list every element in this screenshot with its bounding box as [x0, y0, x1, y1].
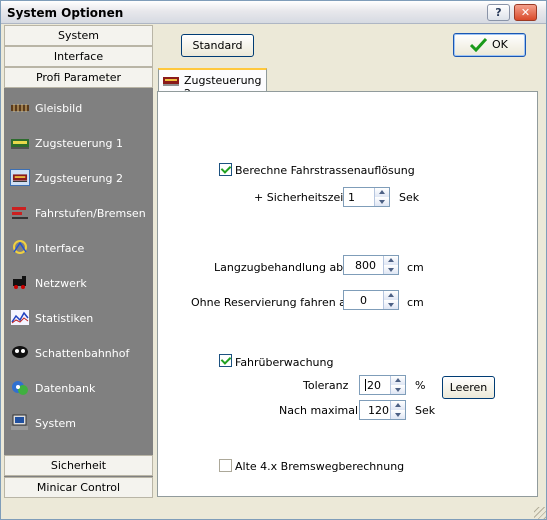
- standard-button[interactable]: Standard: [181, 34, 254, 57]
- fahrstrassen-label: Berechne Fahrstrassenauflösung: [235, 164, 415, 177]
- nach-maximal-label: Nach maximal: [279, 404, 359, 417]
- sidebar-item-label: Netzwerk: [35, 277, 87, 290]
- locomotive-icon: [13, 276, 26, 289]
- ohne-reservierung-label: Ohne Reservierung fahren ab: [191, 296, 353, 309]
- track-icon: [11, 104, 29, 112]
- sidebar-item-fahrstufen[interactable]: Fahrstufen/Bremsen: [4, 198, 153, 228]
- sicherheitszeit-unit: Sek: [399, 191, 420, 204]
- sidebar-item-label: Statistiken: [35, 312, 94, 325]
- langzug-unit: cm: [407, 261, 424, 274]
- ok-button[interactable]: OK: [453, 33, 526, 57]
- sidebar-item-netzwerk[interactable]: Netzwerk: [4, 268, 153, 298]
- alte-bremsweg-label: Alte 4.x Bremswegberechnung: [235, 460, 405, 473]
- sidebar-item-label: Interface: [35, 242, 85, 255]
- sidebar-item-gleisbild[interactable]: Gleisbild: [4, 93, 153, 123]
- spin-down-button[interactable]: [374, 197, 389, 206]
- sidebar-item-label: Schattenbahnhof: [35, 347, 130, 360]
- help-button[interactable]: ?: [487, 4, 510, 21]
- sidebar-item-label: Zugsteuerung 2: [35, 172, 123, 185]
- sidebar-item-panel: Gleisbild Zugsteuerung 1 Zugsteuerung 2 …: [4, 88, 153, 478]
- sidebar-header-minicar-control[interactable]: Minicar Control: [4, 477, 153, 498]
- sidebar-header-interface[interactable]: Interface: [4, 46, 153, 67]
- spin-up-button[interactable]: [390, 401, 405, 410]
- toleranz-unit: %: [415, 379, 426, 392]
- sidebar-item-label: Zugsteuerung 1: [35, 137, 123, 150]
- toleranz-spinner[interactable]: 20: [359, 375, 406, 395]
- close-button[interactable]: ✕: [514, 4, 537, 21]
- sidebar-item-schattenbahnhof[interactable]: Schattenbahnhof: [4, 338, 153, 368]
- sidebar-header-system[interactable]: System: [4, 25, 153, 46]
- spin-down-button[interactable]: [390, 385, 405, 394]
- sidebar-item-system[interactable]: System: [4, 408, 153, 438]
- spin-up-button[interactable]: [374, 188, 389, 197]
- sidebar-item-label: Fahrstufen/Bremsen: [35, 207, 146, 220]
- sicherheitszeit-spinner[interactable]: 1: [343, 187, 390, 207]
- train-control-icon: [163, 77, 179, 86]
- tab-zugsteuerung-2[interactable]: Zugsteuerung 2: [158, 68, 267, 100]
- ohne-reservierung-value: 0: [360, 294, 367, 307]
- ohne-reservierung-spinner[interactable]: 0: [343, 290, 399, 310]
- sidebar-item-label: Datenbank: [35, 382, 96, 395]
- sidebar-item-interface[interactable]: Interface: [4, 233, 153, 263]
- spin-down-button[interactable]: [383, 300, 398, 309]
- checkmark-icon: [470, 38, 487, 52]
- sidebar: System Interface Profi Parameter Gleisbi…: [4, 25, 153, 498]
- interface-icon: [13, 240, 27, 254]
- spin-down-button[interactable]: [390, 410, 405, 419]
- database-icon: [12, 381, 28, 395]
- langzug-label: Langzugbehandlung ab: [214, 261, 344, 274]
- sidebar-item-label: Gleisbild: [35, 102, 83, 115]
- brake-icon: [12, 207, 28, 219]
- langzug-value: 800: [355, 259, 376, 272]
- fahrueberwachung-label: Fahrüberwachung: [235, 356, 334, 369]
- ok-label: OK: [492, 38, 508, 51]
- options-window: System Optionen ? ✕ System Interface Pro…: [0, 0, 547, 520]
- text-caret: [365, 379, 366, 391]
- sidebar-item-label: System: [35, 417, 77, 430]
- toleranz-value: 20: [367, 379, 381, 392]
- resize-grip[interactable]: [534, 507, 546, 519]
- computer-icon: [11, 414, 28, 430]
- langzug-spinner[interactable]: 800: [343, 255, 399, 275]
- alte-bremsweg-checkbox[interactable]: [219, 459, 232, 472]
- leeren-button[interactable]: Leeren: [442, 376, 495, 399]
- title-bar: System Optionen ? ✕: [1, 1, 546, 24]
- spin-down-button[interactable]: [383, 265, 398, 274]
- sidebar-item-statistiken[interactable]: Statistiken: [4, 303, 153, 333]
- sidebar-item-zugsteuerung-2[interactable]: Zugsteuerung 2: [4, 163, 153, 193]
- window-title: System Optionen: [7, 6, 124, 20]
- sicherheitszeit-label: + Sicherheitszeit: [254, 191, 348, 204]
- nach-maximal-unit: Sek: [415, 404, 436, 417]
- train-control-icon: [11, 139, 29, 149]
- sidebar-item-zugsteuerung-1[interactable]: Zugsteuerung 1: [4, 128, 153, 158]
- nach-maximal-value: 120: [368, 404, 389, 417]
- nach-maximal-spinner[interactable]: 120: [359, 400, 406, 420]
- shadow-station-icon: [12, 346, 28, 358]
- chart-icon: [11, 310, 29, 325]
- spin-up-button[interactable]: [383, 291, 398, 300]
- ohne-reservierung-unit: cm: [407, 296, 424, 309]
- sidebar-header-sicherheit[interactable]: Sicherheit: [4, 455, 153, 476]
- sicherheitszeit-value: 1: [348, 191, 355, 204]
- spin-up-button[interactable]: [383, 256, 398, 265]
- fahrueberwachung-checkbox[interactable]: [219, 354, 232, 367]
- toleranz-label: Toleranz: [303, 379, 349, 392]
- sidebar-item-datenbank[interactable]: Datenbank: [4, 373, 153, 403]
- fahrstrassen-checkbox[interactable]: [219, 163, 232, 176]
- train-control-icon: [10, 169, 30, 186]
- sidebar-header-profi-parameter[interactable]: Profi Parameter: [4, 67, 153, 88]
- spin-up-button[interactable]: [390, 376, 405, 385]
